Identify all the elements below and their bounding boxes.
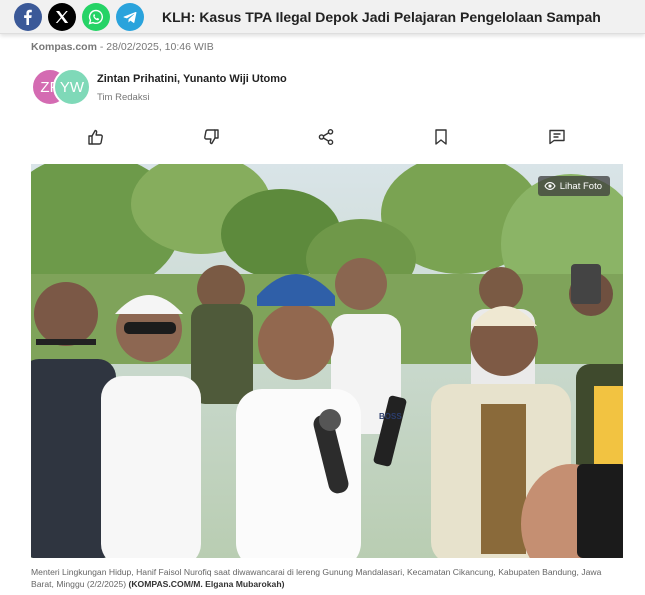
article-actions	[31, 122, 623, 152]
view-photo-label: Lihat Foto	[559, 180, 602, 192]
photo-credit: (KOMPAS.COM/M. Elgana Mubarokah)	[128, 579, 285, 589]
whatsapp-share-button[interactable]	[82, 2, 110, 31]
dislike-button[interactable]	[200, 126, 222, 148]
share-bar: KLH: Kasus TPA Ilegal Depok Jadi Pelajar…	[0, 0, 645, 34]
telegram-share-button[interactable]	[116, 2, 144, 31]
source-label[interactable]: Kompas.com	[31, 41, 97, 53]
bookmark-button[interactable]	[430, 126, 452, 148]
cap-logo: BOSS	[379, 412, 402, 421]
photo-scene	[31, 164, 623, 558]
article-meta: Kompas.com - 28/02/2025, 10:46 WIB	[31, 41, 214, 53]
bookmark-icon	[435, 129, 447, 145]
like-button[interactable]	[85, 126, 107, 148]
comment-button[interactable]	[546, 126, 568, 148]
x-icon	[55, 10, 69, 23]
telegram-icon	[123, 11, 137, 23]
photo-caption: Menteri Lingkungan Hidup, Hanif Faisol N…	[31, 566, 623, 590]
caption-text: Menteri Lingkungan Hidup, Hanif Faisol N…	[31, 567, 602, 589]
meta-separator: -	[96, 41, 107, 53]
x-share-button[interactable]	[48, 2, 76, 31]
share-button[interactable]	[315, 126, 337, 148]
author-block: ZP YW Zintan Prihatini, Yunanto Wiji Uto…	[31, 68, 431, 108]
dislike-icon	[204, 129, 219, 145]
eye-icon	[544, 182, 556, 190]
author-names[interactable]: Zintan Prihatini, Yunanto Wiji Utomo	[97, 73, 287, 85]
like-icon	[88, 129, 103, 145]
whatsapp-icon	[88, 9, 103, 24]
article-photo[interactable]: Lihat Foto BOSS	[31, 164, 623, 558]
view-photo-button[interactable]: Lihat Foto	[537, 176, 610, 196]
article-title: KLH: Kasus TPA Ilegal Depok Jadi Pelajar…	[162, 8, 601, 25]
share-icon	[318, 129, 334, 146]
author-team: Tim Redaksi	[97, 92, 150, 103]
facebook-share-button[interactable]	[14, 2, 42, 31]
avatar[interactable]: YW	[53, 68, 91, 106]
comment-icon	[549, 129, 565, 145]
facebook-icon	[24, 9, 32, 25]
publish-datetime: 28/02/2025, 10:46 WIB	[106, 41, 214, 53]
